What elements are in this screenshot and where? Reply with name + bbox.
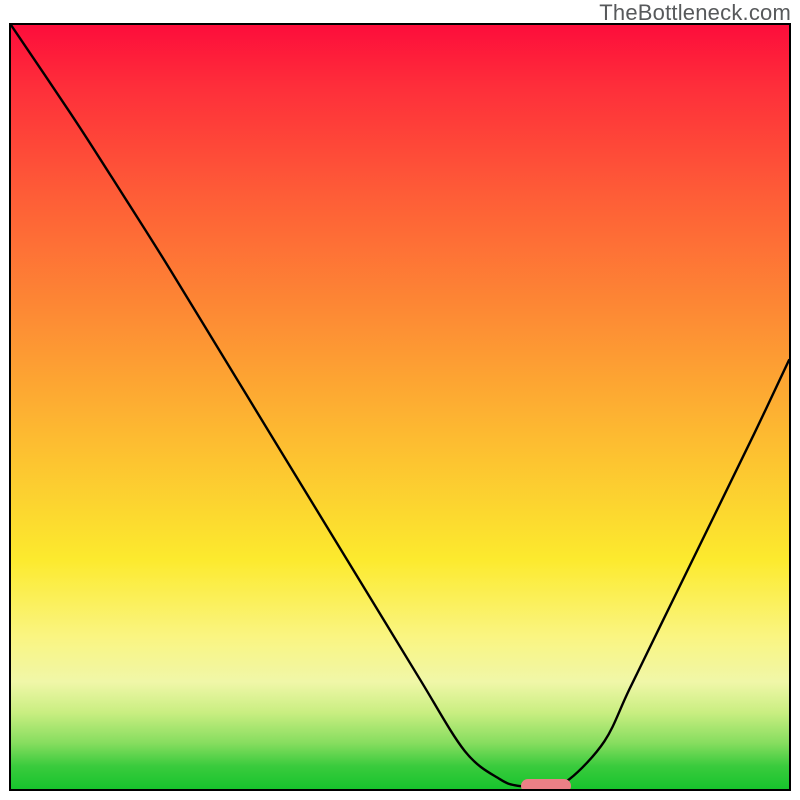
chart-stage: TheBottleneck.com [0,0,800,800]
heat-gradient-background [11,25,789,789]
plot-area [9,23,791,791]
optimal-range-marker [521,779,571,791]
